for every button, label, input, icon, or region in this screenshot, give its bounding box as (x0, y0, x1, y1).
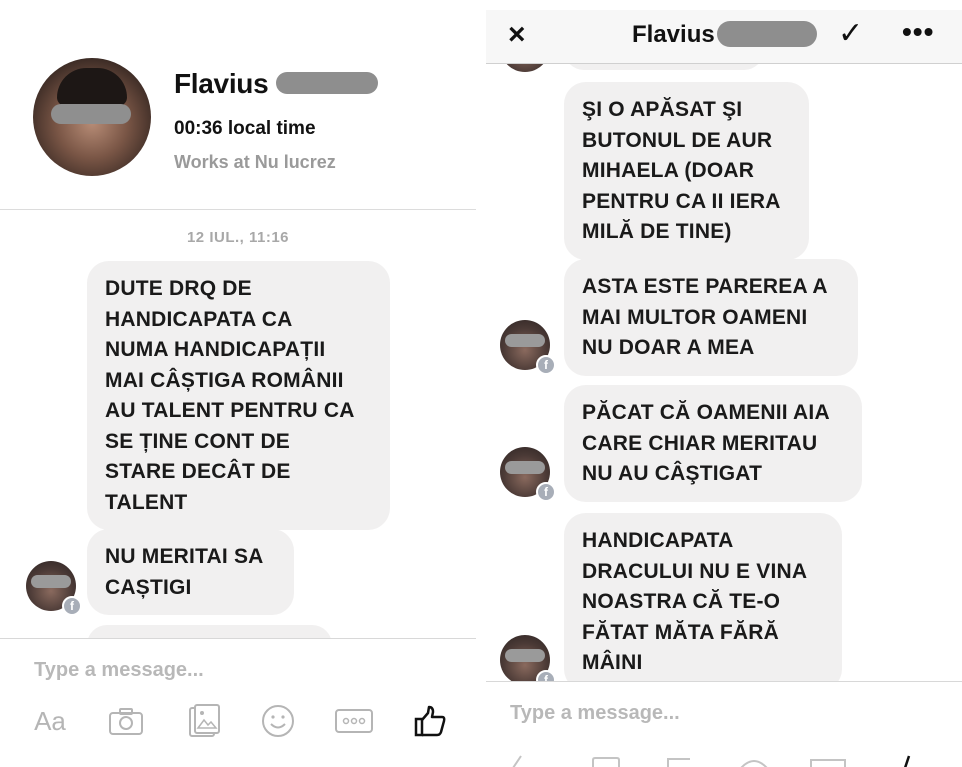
message-composer: Type a message... Aa (0, 638, 476, 767)
profile-avatar[interactable] (33, 58, 151, 176)
right-screenshot: × Flavius ✓ ••• ŞI O APĂSAT ŞI BUTONUL D… (486, 0, 962, 767)
panel-divider (476, 0, 486, 767)
close-icon[interactable]: × (508, 18, 526, 52)
profile-local-time: 00:36 local time (174, 118, 316, 139)
conversation-header: × Flavius ✓ ••• (486, 10, 962, 64)
checkmark-icon[interactable]: ✓ (838, 16, 863, 51)
text-format-icon[interactable]: Aa (30, 701, 70, 741)
camera-icon[interactable] (586, 754, 626, 767)
profile-header: Flavius 00:36 local time Works at Nu luc… (0, 10, 476, 210)
contact-avatar[interactable]: f (500, 635, 556, 690)
redaction-blur (716, 20, 817, 47)
redaction-blur (276, 71, 379, 94)
message-bubble[interactable]: ŞI O APĂSAT ŞI BUTONUL DE AUR MIHAELA (D… (564, 82, 809, 260)
contact-avatar[interactable]: f (500, 447, 556, 502)
redaction-blur (505, 649, 545, 662)
emoji-icon[interactable] (258, 701, 298, 741)
message-bubble[interactable]: DUTE DRQ DE HANDICAPATA CA NUMA HANDICAP… (87, 261, 390, 530)
more-options-icon[interactable] (332, 701, 376, 741)
message-bubble[interactable]: HANDICAPATA DRACULUI NU E VINA NOASTRA C… (564, 513, 842, 691)
message-bubble[interactable]: PĂCAT CĂ OAMENII AIA CARE CHIAR MERITAU … (564, 385, 862, 502)
message-input[interactable]: Type a message... (510, 702, 680, 725)
profile-name: Flavius (174, 68, 379, 100)
facebook-badge-icon: f (62, 596, 82, 616)
message-composer: Type a message... (486, 681, 962, 767)
redaction-blur (31, 575, 71, 588)
conversation-title: Flavius (632, 20, 817, 49)
more-icon[interactable]: ••• (902, 16, 934, 48)
composer-toolbar: Aa (0, 701, 476, 751)
redaction-blur (505, 334, 545, 347)
contact-avatar[interactable]: f (500, 320, 556, 375)
facebook-badge-icon: f (536, 482, 556, 502)
like-thumbs-up-icon[interactable] (890, 754, 920, 767)
like-thumbs-up-icon[interactable] (408, 701, 452, 741)
gallery-icon[interactable] (661, 754, 701, 767)
message-bubble[interactable]: NU MERITAI SA CAȘTIGI (87, 529, 294, 615)
contact-avatar[interactable]: f (26, 561, 82, 616)
more-options-icon[interactable] (808, 754, 848, 767)
profile-work: Works at Nu lucrez (174, 152, 336, 172)
message-input[interactable]: Type a message... (34, 659, 204, 682)
message-timestamp: 12 IUL., 11:16 (186, 229, 290, 246)
left-screenshot: Flavius 00:36 local time Works at Nu luc… (0, 0, 476, 767)
message-bubble[interactable]: ASTA ESTE PAREREA A MAI MULTOR OAMENI NU… (564, 259, 858, 376)
composer-toolbar-partial (486, 754, 962, 767)
gallery-icon[interactable] (184, 701, 224, 741)
redaction-blur (505, 461, 545, 474)
facebook-badge-icon: f (536, 355, 556, 375)
camera-icon[interactable] (106, 701, 146, 741)
redaction-blur (51, 104, 131, 124)
text-format-icon[interactable] (506, 754, 536, 767)
emoji-icon[interactable] (734, 754, 774, 767)
